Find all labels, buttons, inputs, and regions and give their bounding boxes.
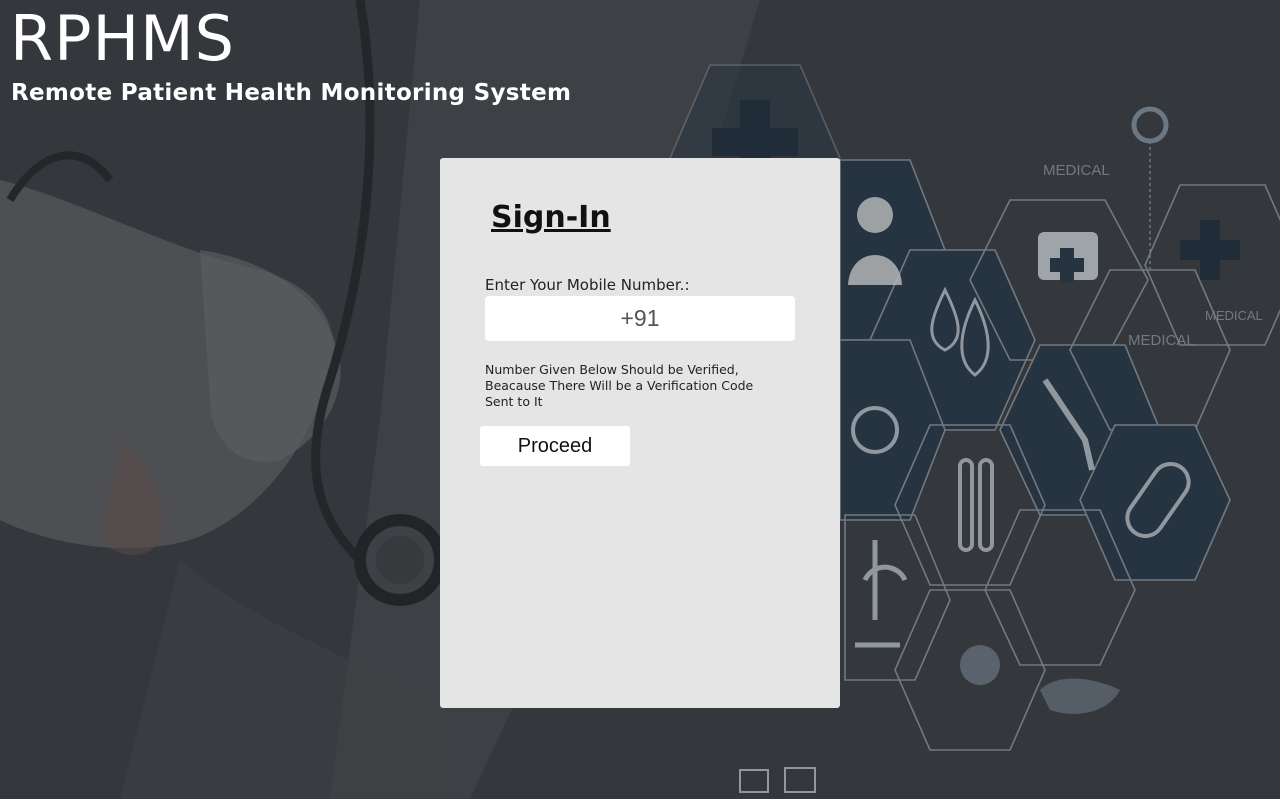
app-title: RPHMS	[10, 2, 235, 75]
mobile-number-input[interactable]	[485, 296, 795, 341]
mobile-number-label: Enter Your Mobile Number.:	[485, 276, 690, 294]
app-subtitle: Remote Patient Health Monitoring System	[11, 80, 572, 106]
signin-title: Sign-In	[491, 200, 611, 235]
proceed-button[interactable]: Proceed	[480, 426, 630, 466]
verification-note: Number Given Below Should be Verified, B…	[485, 362, 754, 409]
signin-card: Sign-In Enter Your Mobile Number.: Numbe…	[440, 158, 840, 708]
